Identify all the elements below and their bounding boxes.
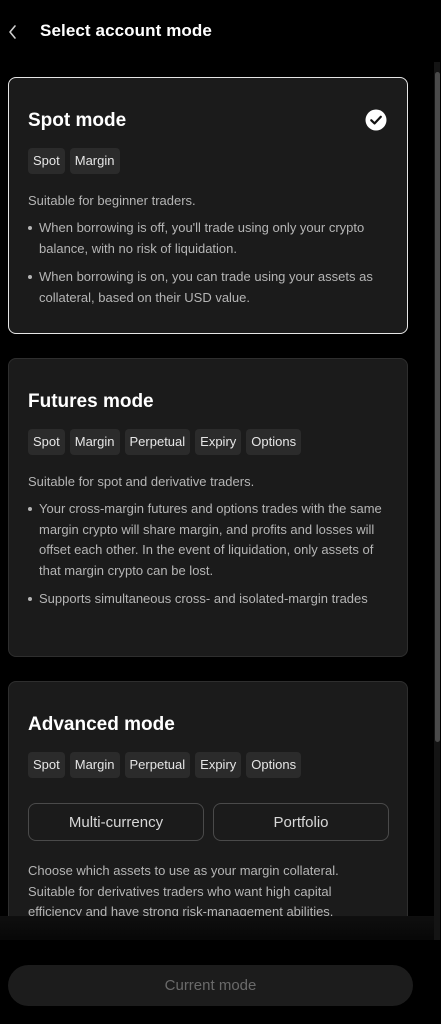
card-description: Suitable for spot and derivative traders…: [28, 474, 255, 489]
bullet-item: When borrowing is on, you can trade usin…: [28, 267, 388, 308]
card-description: Suitable for beginner traders.: [28, 193, 196, 208]
spot-mode-card[interactable]: Spot mode Spot Margin Suitable for begin…: [8, 77, 408, 334]
tag-list: Spot Margin Perpetual Expiry Options: [28, 429, 302, 455]
tag: Expiry: [195, 752, 242, 778]
checkmark-icon: [365, 109, 387, 131]
card-title: Advanced mode: [28, 714, 175, 735]
tag: Margin: [69, 148, 120, 174]
page-title: Select account mode: [40, 21, 212, 40]
header: Select account mode: [0, 0, 441, 64]
tag: Margin: [69, 752, 120, 778]
bullet-list: Your cross-margin futures and options tr…: [28, 499, 388, 618]
back-arrow-icon[interactable]: [6, 22, 20, 42]
bullet-item: Supports simultaneous cross- and isolate…: [28, 589, 388, 610]
tag-list: Spot Margin: [28, 148, 120, 174]
card-title: Futures mode: [28, 391, 154, 412]
card-title: Spot mode: [28, 110, 127, 131]
tag: Expiry: [195, 429, 242, 455]
tag: Options: [246, 752, 302, 778]
tag: Perpetual: [124, 429, 191, 455]
bullet-list: When borrowing is off, you'll trade usin…: [28, 218, 388, 316]
tag: Spot: [28, 148, 65, 174]
portfolio-button[interactable]: Portfolio: [213, 803, 389, 841]
bullet-item: Your cross-margin futures and options tr…: [28, 499, 388, 581]
tag-list: Spot Margin Perpetual Expiry Options: [28, 752, 302, 778]
tag: Spot: [28, 752, 65, 778]
scrollbar-thumb[interactable]: [435, 72, 440, 742]
tag: Margin: [69, 429, 120, 455]
current-mode-button[interactable]: Current mode: [8, 965, 413, 1006]
multi-currency-button[interactable]: Multi-currency: [28, 803, 204, 841]
bullet-item: When borrowing is off, you'll trade usin…: [28, 218, 388, 259]
futures-mode-card[interactable]: Futures mode Spot Margin Perpetual Expir…: [8, 358, 408, 657]
card-description: Choose which assets to use as your margi…: [28, 863, 339, 919]
tag: Perpetual: [124, 752, 191, 778]
tag: Spot: [28, 429, 65, 455]
collateral-tabs: Multi-currency Portfolio: [28, 803, 389, 841]
tag: Options: [246, 429, 302, 455]
